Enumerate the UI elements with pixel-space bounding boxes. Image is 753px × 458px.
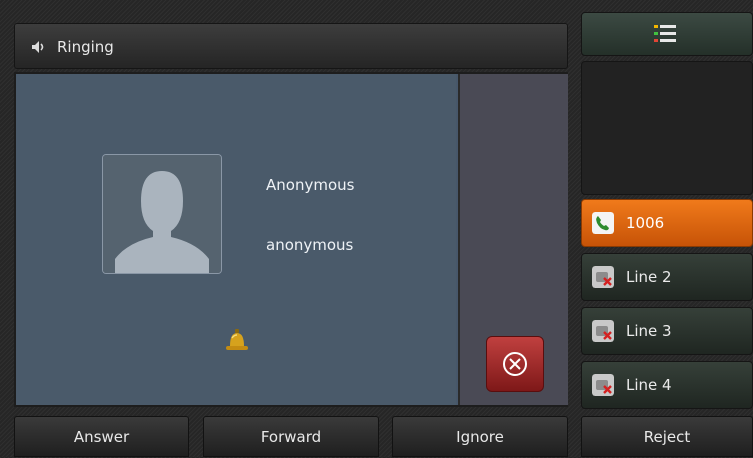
phone-unregistered-icon <box>592 374 614 396</box>
contact-number: anonymous <box>266 236 354 254</box>
call-panel: Anonymous anonymous <box>14 72 568 407</box>
line-label: 1006 <box>626 214 665 232</box>
menu-list-icon <box>654 25 676 42</box>
line-label: Line 3 <box>626 322 672 340</box>
reject-softkey[interactable]: Reject <box>581 416 753 457</box>
call-status-bar: Ringing <box>14 23 568 69</box>
line-key-2[interactable]: Line 2 <box>581 253 753 301</box>
ignore-softkey[interactable]: Ignore <box>392 416 568 457</box>
bell-icon <box>226 329 248 350</box>
phone-handset-icon <box>592 212 614 234</box>
menu-button[interactable] <box>581 12 753 56</box>
line-label: Line 2 <box>626 268 672 286</box>
line-label: Line 4 <box>626 376 672 394</box>
speaker-icon <box>32 41 44 53</box>
contact-name: Anonymous <box>266 176 355 194</box>
call-status-title: Ringing <box>57 38 114 56</box>
answer-softkey[interactable]: Answer <box>14 416 189 457</box>
line-key-1006[interactable]: 1006 <box>581 199 753 247</box>
line-key-4[interactable]: Line 4 <box>581 361 753 409</box>
contact-area: Anonymous anonymous <box>16 74 456 405</box>
line-key-3[interactable]: Line 3 <box>581 307 753 355</box>
x-circle-icon <box>503 352 527 376</box>
forward-softkey[interactable]: Forward <box>203 416 379 457</box>
phone-unregistered-icon <box>592 320 614 342</box>
person-silhouette-icon <box>102 154 222 274</box>
phone-unregistered-icon <box>592 266 614 288</box>
info-panel <box>581 61 753 195</box>
end-call-button[interactable] <box>486 336 544 392</box>
